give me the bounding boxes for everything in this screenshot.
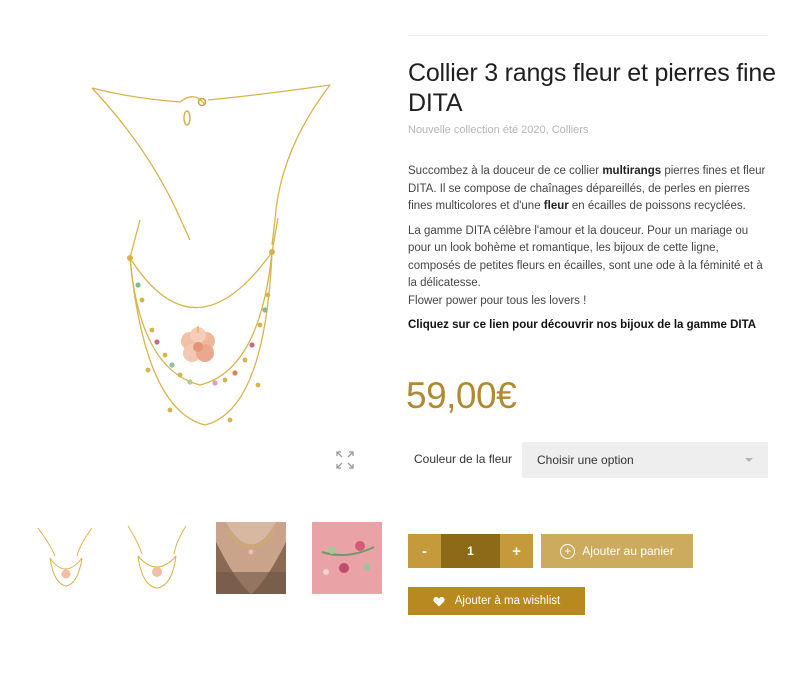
add-to-cart-label: Ajouter au panier <box>582 544 674 558</box>
necklace-image <box>91 84 331 426</box>
description-paragraph-1: Succombez à la douceur de ce collier mul… <box>408 165 766 212</box>
thumbnail-flowers-on-pink[interactable] <box>312 522 382 594</box>
quantity-stepper: - 1 + <box>408 534 533 568</box>
expand-icon[interactable] <box>334 449 356 471</box>
add-to-cart-button[interactable]: + Ajouter au panier <box>541 534 693 568</box>
category-link-colliers[interactable]: Colliers <box>552 124 589 136</box>
flower-color-select[interactable]: Choisir une option <box>522 442 768 478</box>
product-categories: Nouvelle collection été 2020, Colliers <box>408 124 588 136</box>
quantity-value[interactable]: 1 <box>441 534 500 568</box>
wishlist-label: Ajouter à ma wishlist <box>454 595 561 607</box>
category-link-collection[interactable]: Nouvelle collection été 2020 <box>408 124 546 136</box>
top-divider <box>408 35 768 36</box>
thumbnail-worn-on-model[interactable] <box>216 522 286 594</box>
thumbnail-strip <box>30 522 390 597</box>
select-value: Choisir une option <box>537 453 634 467</box>
chevron-down-icon <box>745 458 753 462</box>
quantity-minus-button[interactable]: - <box>408 534 441 568</box>
add-to-wishlist-button[interactable]: Ajouter à ma wishlist <box>408 587 585 615</box>
quantity-plus-button[interactable]: + <box>500 534 533 568</box>
product-main-image[interactable] <box>30 40 380 490</box>
description-paragraph-3: Flower power pour tous les lovers ! <box>408 294 587 307</box>
plus-circle-icon: + <box>560 543 576 559</box>
product-description: Succombez à la douceur de ce collier mul… <box>408 163 768 342</box>
heart-icon <box>433 596 445 606</box>
product-title: Collier 3 rangs fleur et pierres fine DI… <box>408 59 776 117</box>
description-paragraph-2: La gamme DITA célèbre l'amour et la douc… <box>408 224 763 290</box>
thumbnail-necklace-front[interactable] <box>30 522 100 594</box>
dita-collection-link[interactable]: Cliquez sur ce lien pour découvrir nos b… <box>408 317 768 335</box>
variation-label: Couleur de la fleur <box>414 452 513 466</box>
product-price: 59,00€ <box>406 375 517 416</box>
thumbnail-necklace-detail[interactable] <box>122 522 192 594</box>
